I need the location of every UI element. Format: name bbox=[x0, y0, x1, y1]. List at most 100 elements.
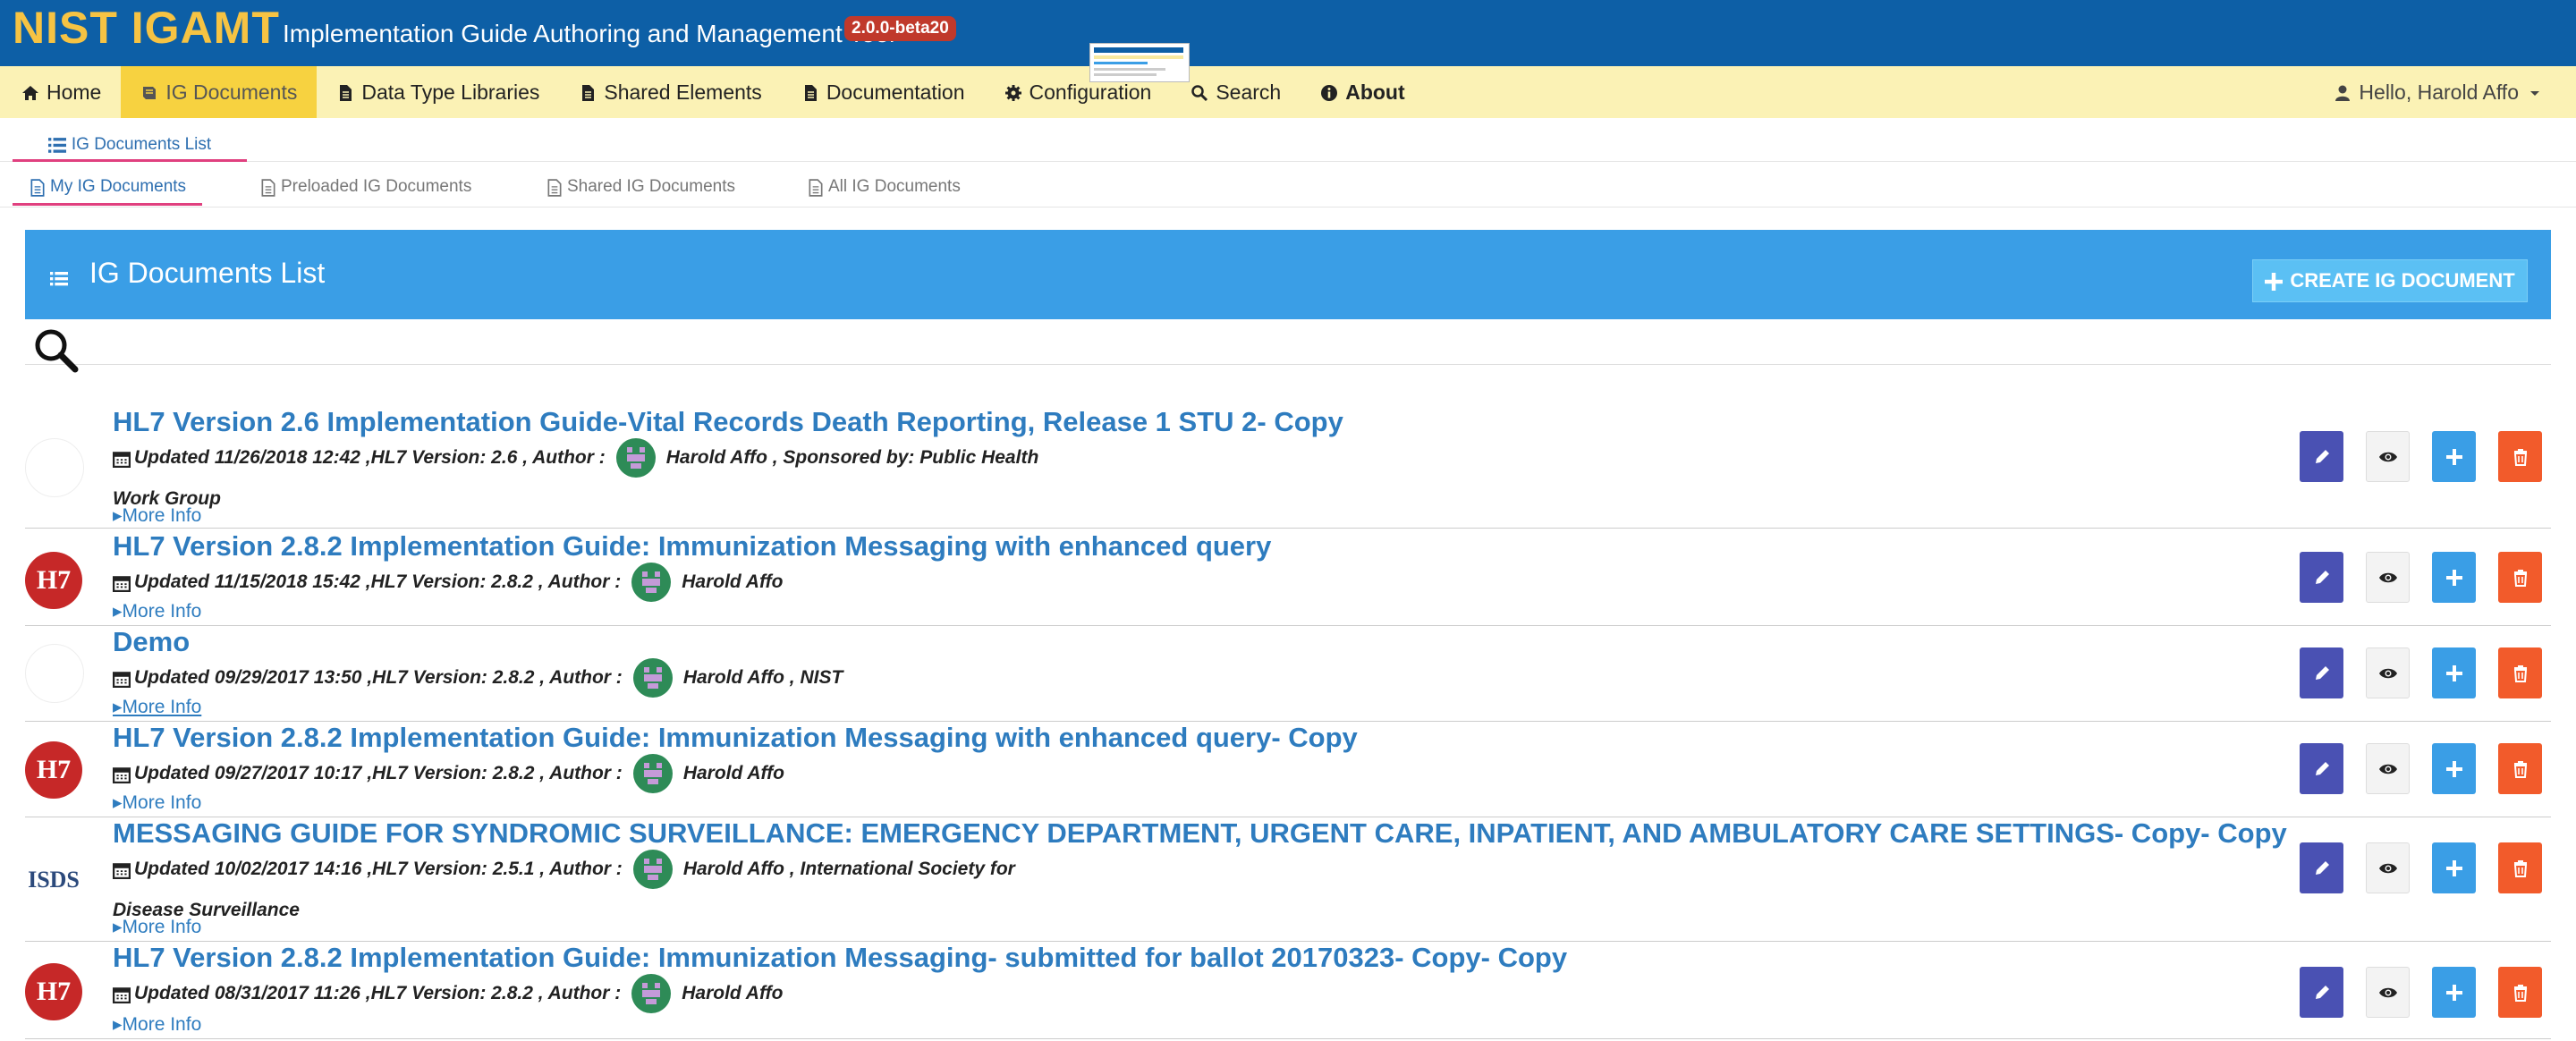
delete-button[interactable] bbox=[2498, 552, 2542, 603]
view-button[interactable] bbox=[2366, 431, 2410, 482]
nav-home[interactable]: Home bbox=[0, 66, 121, 118]
add-button[interactable] bbox=[2432, 431, 2476, 482]
create-ig-document-button[interactable]: CREATE IG DOCUMENT bbox=[2252, 259, 2528, 302]
eye-icon bbox=[2378, 863, 2397, 873]
nav-search[interactable]: Search bbox=[1171, 66, 1301, 118]
avatar bbox=[631, 563, 672, 602]
plus-icon bbox=[2445, 448, 2462, 465]
document-meta-text: Updated 09/27/2017 10:17 ,HL7 Version: 2… bbox=[134, 763, 623, 783]
delete-button[interactable] bbox=[2498, 647, 2542, 698]
document-title[interactable]: Demo bbox=[113, 626, 190, 658]
edit-button[interactable] bbox=[2300, 967, 2343, 1018]
tab-preloaded-ig-documents[interactable]: Preloaded IG Documents bbox=[259, 171, 471, 203]
delete-button[interactable] bbox=[2498, 842, 2542, 893]
delete-button[interactable] bbox=[2498, 743, 2542, 794]
calendar-icon bbox=[113, 986, 131, 1003]
more-info-label: More Info bbox=[122, 917, 202, 937]
list-item: H7 HL7 Version 2.8.2 Implementation Guid… bbox=[25, 722, 2551, 817]
file-outline-icon bbox=[807, 179, 823, 197]
add-button[interactable] bbox=[2432, 967, 2476, 1018]
edit-button[interactable] bbox=[2300, 552, 2343, 603]
document-author: Harold Affo bbox=[682, 571, 784, 592]
row-actions bbox=[2300, 967, 2542, 1018]
list-item: Demo Updated 09/29/2017 13:50 ,HL7 Versi… bbox=[25, 626, 2551, 722]
tab-ig-documents-list-label: IG Documents List bbox=[71, 135, 212, 154]
tab-ig-documents-list[interactable]: IG Documents List bbox=[13, 131, 247, 162]
eye-icon bbox=[2378, 572, 2397, 582]
row-actions bbox=[2300, 743, 2542, 794]
add-button[interactable] bbox=[2432, 647, 2476, 698]
avatar bbox=[632, 658, 673, 698]
main-navbar: Home IG Documents Data Type Libraries Sh… bbox=[0, 66, 2576, 118]
more-info-link[interactable]: ▸More Info bbox=[113, 504, 201, 527]
delete-button[interactable] bbox=[2498, 967, 2542, 1018]
eye-icon bbox=[2378, 987, 2397, 997]
document-title[interactable]: HL7 Version 2.6 Implementation Guide-Vit… bbox=[113, 406, 1343, 438]
calendar-icon bbox=[113, 450, 131, 468]
calendar-icon bbox=[113, 574, 131, 592]
hl7-logo: H7 bbox=[25, 963, 82, 1020]
file-icon bbox=[579, 83, 597, 101]
user-menu[interactable]: Hello, Harold Affo bbox=[2334, 66, 2539, 118]
nav-home-label: Home bbox=[47, 80, 102, 104]
brand-logo[interactable]: NIST IGAMT bbox=[13, 0, 280, 55]
document-author: Harold Affo , NIST bbox=[682, 667, 843, 688]
delete-button[interactable] bbox=[2498, 431, 2542, 482]
document-meta-text: Updated 08/31/2017 11:26 ,HL7 Version: 2… bbox=[134, 983, 622, 1003]
document-meta-text: Updated 10/02/2017 14:16 ,HL7 Version: 2… bbox=[134, 859, 623, 879]
document-meta: Updated 08/31/2017 11:26 ,HL7 Version: 2… bbox=[113, 974, 783, 1013]
book-icon bbox=[140, 83, 158, 101]
tab-my-ig-documents[interactable]: My IG Documents bbox=[13, 171, 203, 206]
nav-documentation[interactable]: Documentation bbox=[782, 66, 985, 118]
more-info-link[interactable]: ▸More Info bbox=[113, 791, 201, 814]
more-info-link[interactable]: ▸More Info bbox=[113, 916, 201, 938]
tab-shared-ig-documents[interactable]: Shared IG Documents bbox=[546, 171, 735, 203]
pencil-icon bbox=[2315, 449, 2329, 463]
nav-shared-elements-label: Shared Elements bbox=[604, 80, 762, 104]
nav-about[interactable]: About bbox=[1301, 66, 1424, 118]
add-button[interactable] bbox=[2432, 743, 2476, 794]
avatar bbox=[631, 974, 672, 1013]
plus-icon bbox=[2445, 664, 2462, 681]
edit-button[interactable] bbox=[2300, 842, 2343, 893]
document-title[interactable]: MESSAGING GUIDE FOR SYNDROMIC SURVEILLAN… bbox=[113, 817, 2287, 850]
add-button[interactable] bbox=[2432, 552, 2476, 603]
version-badge: 2.0.0-beta20 bbox=[844, 16, 956, 41]
nav-shared-elements[interactable]: Shared Elements bbox=[559, 66, 781, 118]
nav-data-type-libraries[interactable]: Data Type Libraries bbox=[317, 66, 559, 118]
view-button[interactable] bbox=[2366, 842, 2410, 893]
document-title[interactable]: HL7 Version 2.8.2 Implementation Guide: … bbox=[113, 722, 1358, 754]
view-button[interactable] bbox=[2366, 647, 2410, 698]
plus-icon bbox=[2445, 859, 2462, 876]
trash-icon bbox=[2513, 448, 2527, 466]
document-title[interactable]: HL7 Version 2.8.2 Implementation Guide: … bbox=[113, 942, 1567, 974]
document-meta: Updated 09/29/2017 13:50 ,HL7 Version: 2… bbox=[113, 658, 843, 698]
more-info-link[interactable]: ▸More Info bbox=[113, 600, 201, 622]
search-bar[interactable] bbox=[25, 319, 2551, 373]
plus-icon bbox=[2445, 760, 2462, 777]
document-title[interactable]: HL7 Version 2.8.2 Implementation Guide: … bbox=[113, 530, 1271, 563]
edit-button[interactable] bbox=[2300, 647, 2343, 698]
user-greeting: Hello, Harold Affo bbox=[2359, 80, 2519, 104]
edit-button[interactable] bbox=[2300, 743, 2343, 794]
pencil-icon bbox=[2315, 860, 2329, 875]
view-button[interactable] bbox=[2366, 743, 2410, 794]
eye-icon bbox=[2378, 668, 2397, 678]
document-author: Harold Affo , Sponsored by: Public Healt… bbox=[665, 447, 1039, 468]
view-button[interactable] bbox=[2366, 552, 2410, 603]
nav-ig-documents-label: IG Documents bbox=[165, 80, 298, 104]
view-button[interactable] bbox=[2366, 967, 2410, 1018]
more-info-link[interactable]: ▸More Info bbox=[113, 696, 201, 718]
isds-logo: ISDS bbox=[25, 851, 82, 909]
tab-all-ig-documents[interactable]: All IG Documents bbox=[807, 171, 961, 203]
panel-title-label: IG Documents List bbox=[89, 257, 326, 289]
list-item: HL7 Version 2.6 Implementation Guide-Vit… bbox=[25, 394, 2551, 529]
search-icon[interactable] bbox=[32, 326, 79, 373]
more-info-link[interactable]: ▸More Info bbox=[113, 1013, 201, 1036]
document-logo bbox=[25, 644, 84, 703]
row-actions bbox=[2300, 647, 2542, 698]
nav-ig-documents[interactable]: IG Documents bbox=[121, 66, 318, 118]
trash-icon bbox=[2513, 569, 2527, 587]
add-button[interactable] bbox=[2432, 842, 2476, 893]
edit-button[interactable] bbox=[2300, 431, 2343, 482]
